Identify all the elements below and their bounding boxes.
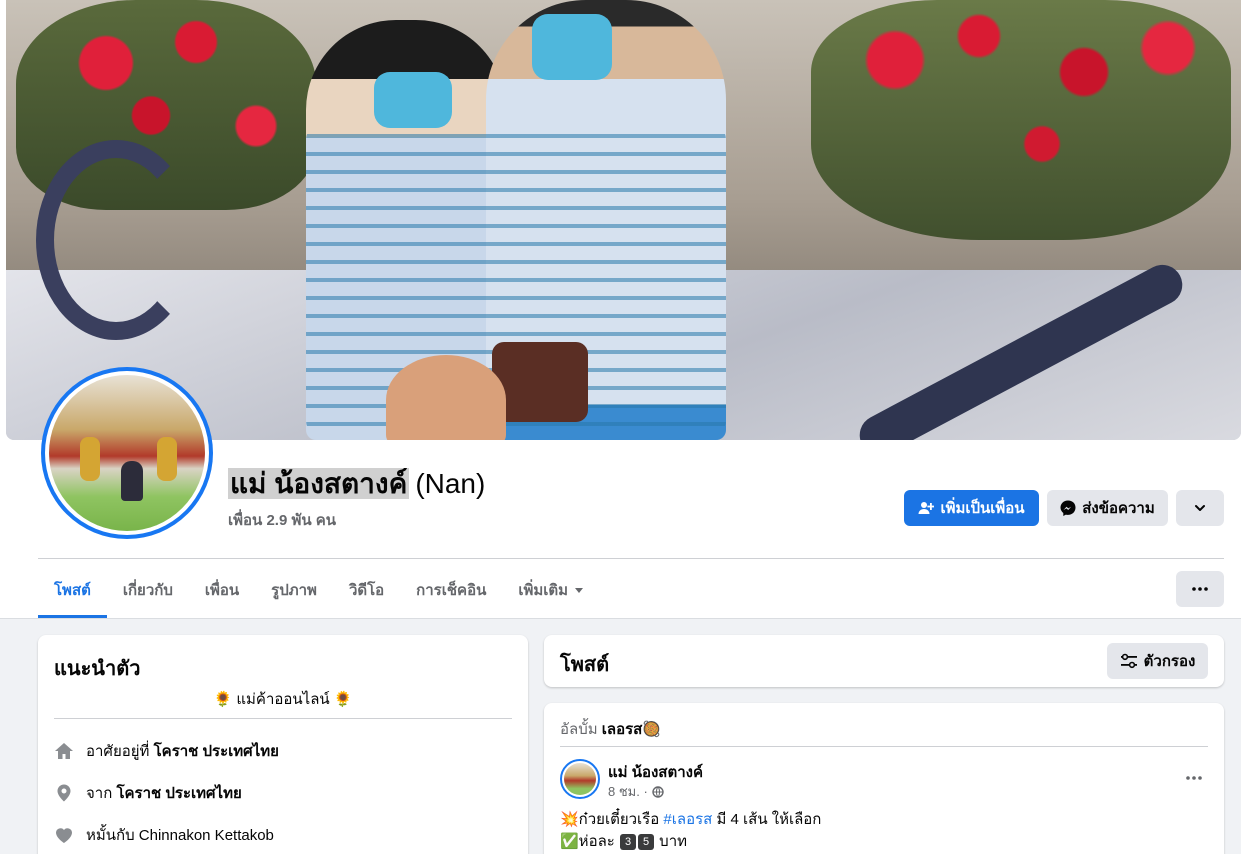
intro-bio: 🌻 แม่ค้าออนไลน์ 🌻 [213, 691, 353, 708]
hashtag-link[interactable]: #เลอรส [663, 811, 712, 828]
cover-photo[interactable] [6, 0, 1241, 440]
posts-header-card: โพสต์ ตัวกรอง [544, 635, 1224, 687]
tab-videos[interactable]: วิดีโอ [333, 562, 400, 618]
home-icon [54, 741, 74, 761]
location-pin-icon [54, 783, 74, 803]
intro-card: แนะนำตัว 🌻 แม่ค้าออนไลน์ 🌻 อาศัยอยู่ที่ … [38, 635, 528, 854]
post-author-avatar[interactable] [560, 759, 600, 799]
more-actions-button[interactable] [1176, 490, 1224, 526]
tab-posts[interactable]: โพสต์ [38, 562, 107, 618]
intro-from-link[interactable]: โคราช ประเทศไทย [116, 785, 241, 802]
intro-relationship-row: หมั้นกับ Chinnakon Kettakob [54, 823, 274, 847]
filter-button[interactable]: ตัวกรอง [1107, 643, 1208, 679]
post-options-button[interactable] [1186, 767, 1202, 785]
profile-avatar[interactable] [41, 367, 213, 539]
post-text-line-2: ✅ห่อละ 35 บาท [560, 833, 687, 850]
tab-friends[interactable]: เพื่อน [189, 562, 255, 618]
tab-about[interactable]: เกี่ยวกับ [107, 562, 189, 618]
messenger-icon [1060, 500, 1076, 516]
tabs-more-options-button[interactable] [1176, 571, 1224, 607]
post-divider [560, 746, 1208, 747]
intro-from-row: จาก โคราช ประเทศไทย [54, 781, 242, 805]
intro-divider [54, 718, 512, 719]
post-album-line: อัลบั้ม เลอรส🥘 [560, 721, 662, 738]
intro-lives-row: อาศัยอยู่ที่ โคราช ประเทศไทย [54, 739, 279, 763]
message-button[interactable]: ส่งข้อความ [1047, 490, 1168, 526]
heart-icon [54, 825, 74, 845]
message-label: ส่งข้อความ [1082, 500, 1155, 517]
posts-title: โพสต์ [560, 654, 610, 676]
tab-photos[interactable]: รูปภาพ [255, 562, 333, 618]
caret-down-icon [575, 588, 584, 593]
add-friend-icon [918, 502, 935, 514]
chevron-down-icon [1195, 505, 1205, 511]
album-link[interactable]: เลอรส🥘 [602, 721, 661, 738]
filter-icon [1120, 653, 1137, 669]
add-friend-label: เพิ่มเป็นเพื่อน [940, 500, 1025, 517]
tab-checkins[interactable]: การเช็คอิน [400, 562, 502, 618]
profile-alt-name: (Nan) [415, 468, 486, 499]
friends-count-link[interactable]: เพื่อน 2.9 พัน คน [228, 508, 336, 532]
profile-name-main: แม่ น้องสตางค์ [228, 468, 410, 499]
intro-relationship-text[interactable]: หมั้นกับ Chinnakon Kettakob [86, 823, 274, 847]
globe-icon [652, 785, 664, 798]
post-timestamp[interactable]: 8 ชม. · [608, 781, 664, 802]
profile-tabs: โพสต์ เกี่ยวกับ เพื่อน รูปภาพ วิดีโอ การ… [38, 562, 600, 618]
profile-name: แม่ น้องสตางค์ (Nan) [228, 466, 485, 502]
header-divider [38, 558, 1224, 559]
filter-label: ตัวกรอง [1143, 653, 1196, 670]
add-friend-button[interactable]: เพิ่มเป็นเพื่อน [904, 490, 1039, 526]
post-card: อัลบั้ม เลอรส🥘 แม่ น้องสตางค์ 8 ชม. · 💥ก… [544, 703, 1224, 854]
post-text-line-1: 💥ก๋วยเตี๋ยวเรือ #เลอรส มี 4 เส้น ให้เลือ… [560, 811, 822, 828]
intro-lives-link[interactable]: โคราช ประเทศไทย [154, 743, 279, 760]
more-dots-icon [1192, 587, 1208, 591]
tab-more[interactable]: เพิ่มเติม [502, 562, 600, 618]
intro-title: แนะนำตัว [54, 658, 141, 680]
more-dots-icon [1186, 776, 1202, 780]
